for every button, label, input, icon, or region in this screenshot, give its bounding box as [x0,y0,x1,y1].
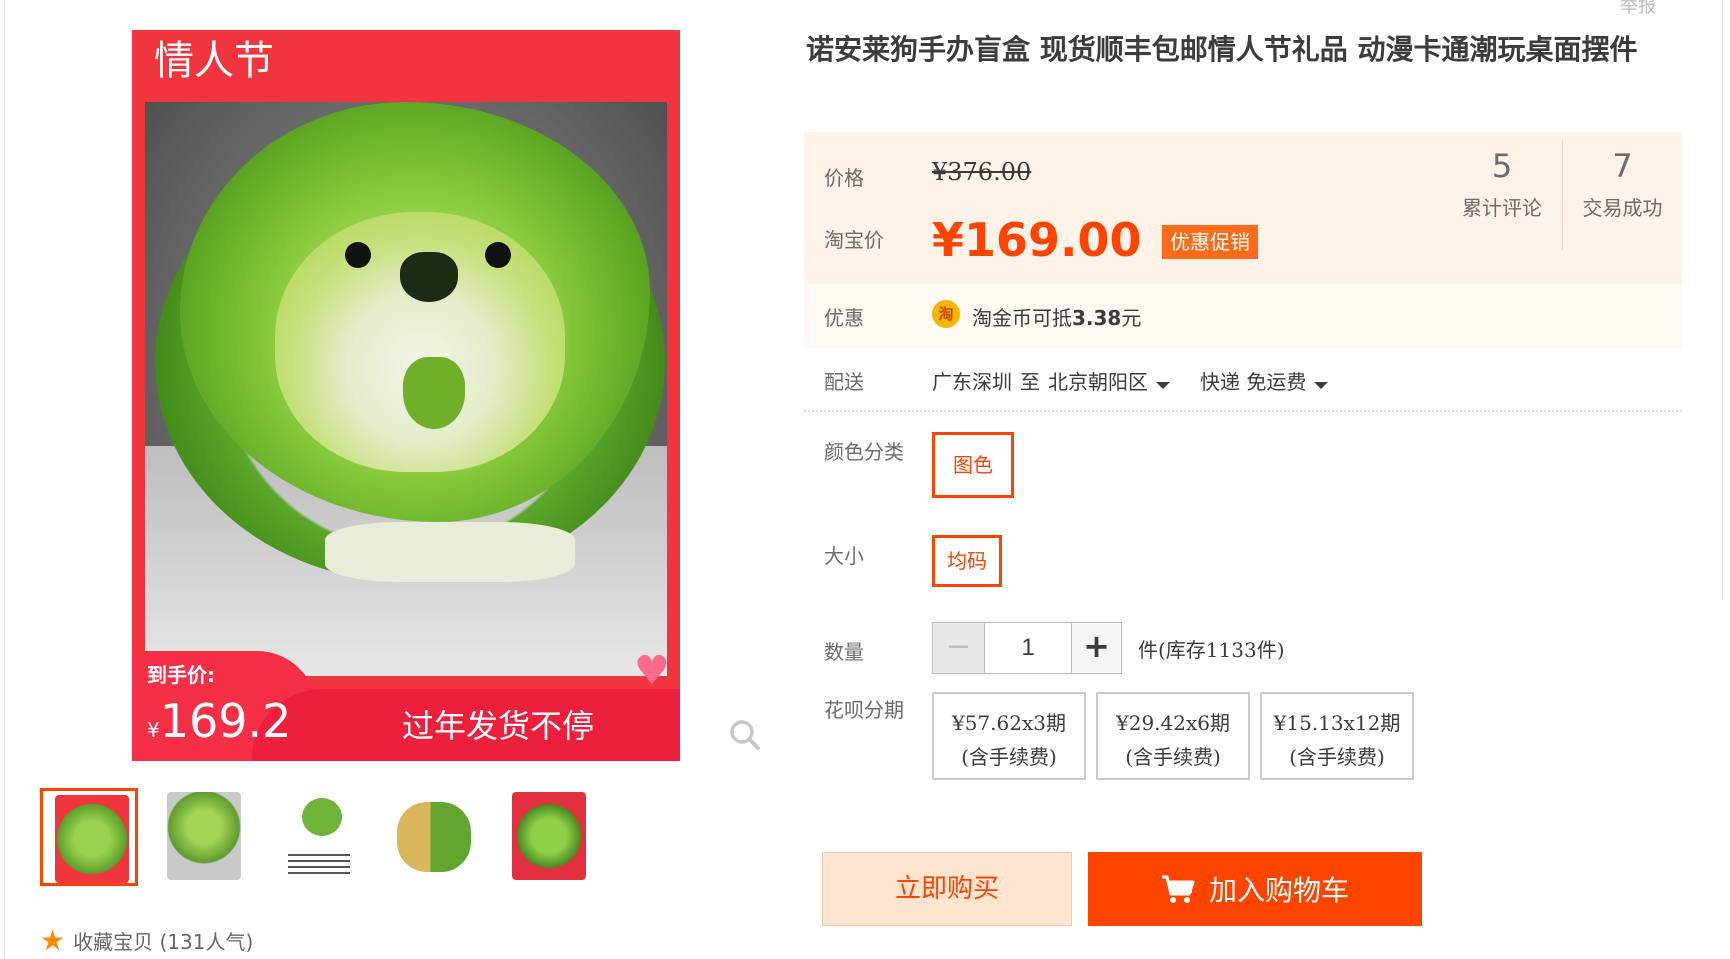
review-count-stat[interactable]: 5 累计评论 [1442,140,1562,250]
quantity-increase-button[interactable]: + [1071,623,1121,673]
price-panel: 价格 ¥376.00 淘宝价 ¥169.00 优惠促销 5 累计评论 7 交易成… [804,132,1682,284]
add-to-cart-button[interactable]: 加入购物车 [1088,852,1422,926]
quantity-decrease-button[interactable]: − [933,623,985,673]
add-cart-label: 加入购物车 [1208,874,1349,907]
chevron-down-icon [1314,382,1329,389]
color-option-selected[interactable]: 图色 [932,432,1014,498]
ship-from: 广东深圳 [932,370,1012,394]
product-title: 诺安莱狗手办盲盒 现货顺丰包邮情人节礼品 动漫卡通潮玩桌面摆件 [806,33,1638,66]
left-border-line [4,0,5,959]
original-price: ¥376.00 [932,158,1032,186]
divider [804,410,1682,412]
quantity-stepper: − 1 + [932,622,1122,674]
zoom-icon[interactable] [728,718,762,752]
discount-text: 淘金币可抵3.38元 [972,306,1142,330]
quantity-input[interactable]: 1 [985,623,1071,673]
main-product-image[interactable]: 情人节 到手价: ¥169.2 过年发货不停 ♥ [132,30,680,761]
installment-3-option[interactable]: ¥57.62x3期 (含手续费) [932,692,1086,780]
thumbnail-2[interactable] [155,788,253,886]
report-link[interactable]: 举报 [1620,0,1656,18]
thumbnail-5[interactable] [500,788,598,886]
right-border-line [1722,0,1723,600]
sales-stats: 5 累计评论 7 交易成功 [1442,140,1682,250]
installment-label: 花呗分期 [824,698,904,722]
thumbnail-3[interactable] [270,788,368,886]
thumbnail-1[interactable] [40,788,138,886]
arrive-price-label: 到手价: [147,663,215,687]
stock-info: 件(库存1133件) [1138,638,1285,662]
promo-tag: 优惠促销 [1162,225,1258,259]
color-label: 颜色分类 [824,440,904,464]
favorite-label: 收藏宝贝 (131人气) [73,930,254,954]
arrive-price-value: ¥169.2 [147,694,292,748]
price-label: 价格 [824,166,864,190]
discount-label: 优惠 [824,306,864,330]
discount-row: 优惠 淘 淘金币可抵3.38元 [804,284,1682,348]
installment-6-option[interactable]: ¥29.42x6期 (含手续费) [1096,692,1250,780]
current-price: ¥169.00 [932,213,1142,267]
taobao-price-label: 淘宝价 [824,228,884,252]
ship-to-word: 至 [1020,370,1040,394]
taobao-coin-icon: 淘 [932,300,960,328]
ship-to-selector[interactable]: 北京朝阳区 [1048,366,1170,395]
price-banner: 到手价: ¥169.2 过年发货不停 ♥ [132,651,680,761]
ship-method-selector[interactable]: 快递 免运费 [1200,366,1329,395]
installment-12-option[interactable]: ¥15.13x12期 (含手续费) [1260,692,1414,780]
product-photo [145,102,667,676]
shipping-info: 广东深圳 至 北京朝阳区 快递 免运费 [932,366,1329,395]
banner-slogan: 过年发货不停 [402,707,595,745]
favorite-button[interactable]: ★ 收藏宝贝 (131人气) [40,926,253,955]
thumbnail-4[interactable] [385,788,483,886]
size-option-selected[interactable]: 均码 [932,535,1002,587]
transaction-count-stat: 7 交易成功 [1562,140,1682,250]
valentine-badge: 情人节 [132,30,302,92]
size-label: 大小 [824,544,864,568]
heart-icon: ♥ [634,648,670,694]
quantity-label: 数量 [824,640,864,664]
star-icon: ★ [40,923,66,957]
shipping-label: 配送 [824,370,864,394]
buy-now-button[interactable]: 立即购买 [822,852,1072,926]
chevron-down-icon [1156,382,1170,389]
cart-icon [1161,875,1195,903]
